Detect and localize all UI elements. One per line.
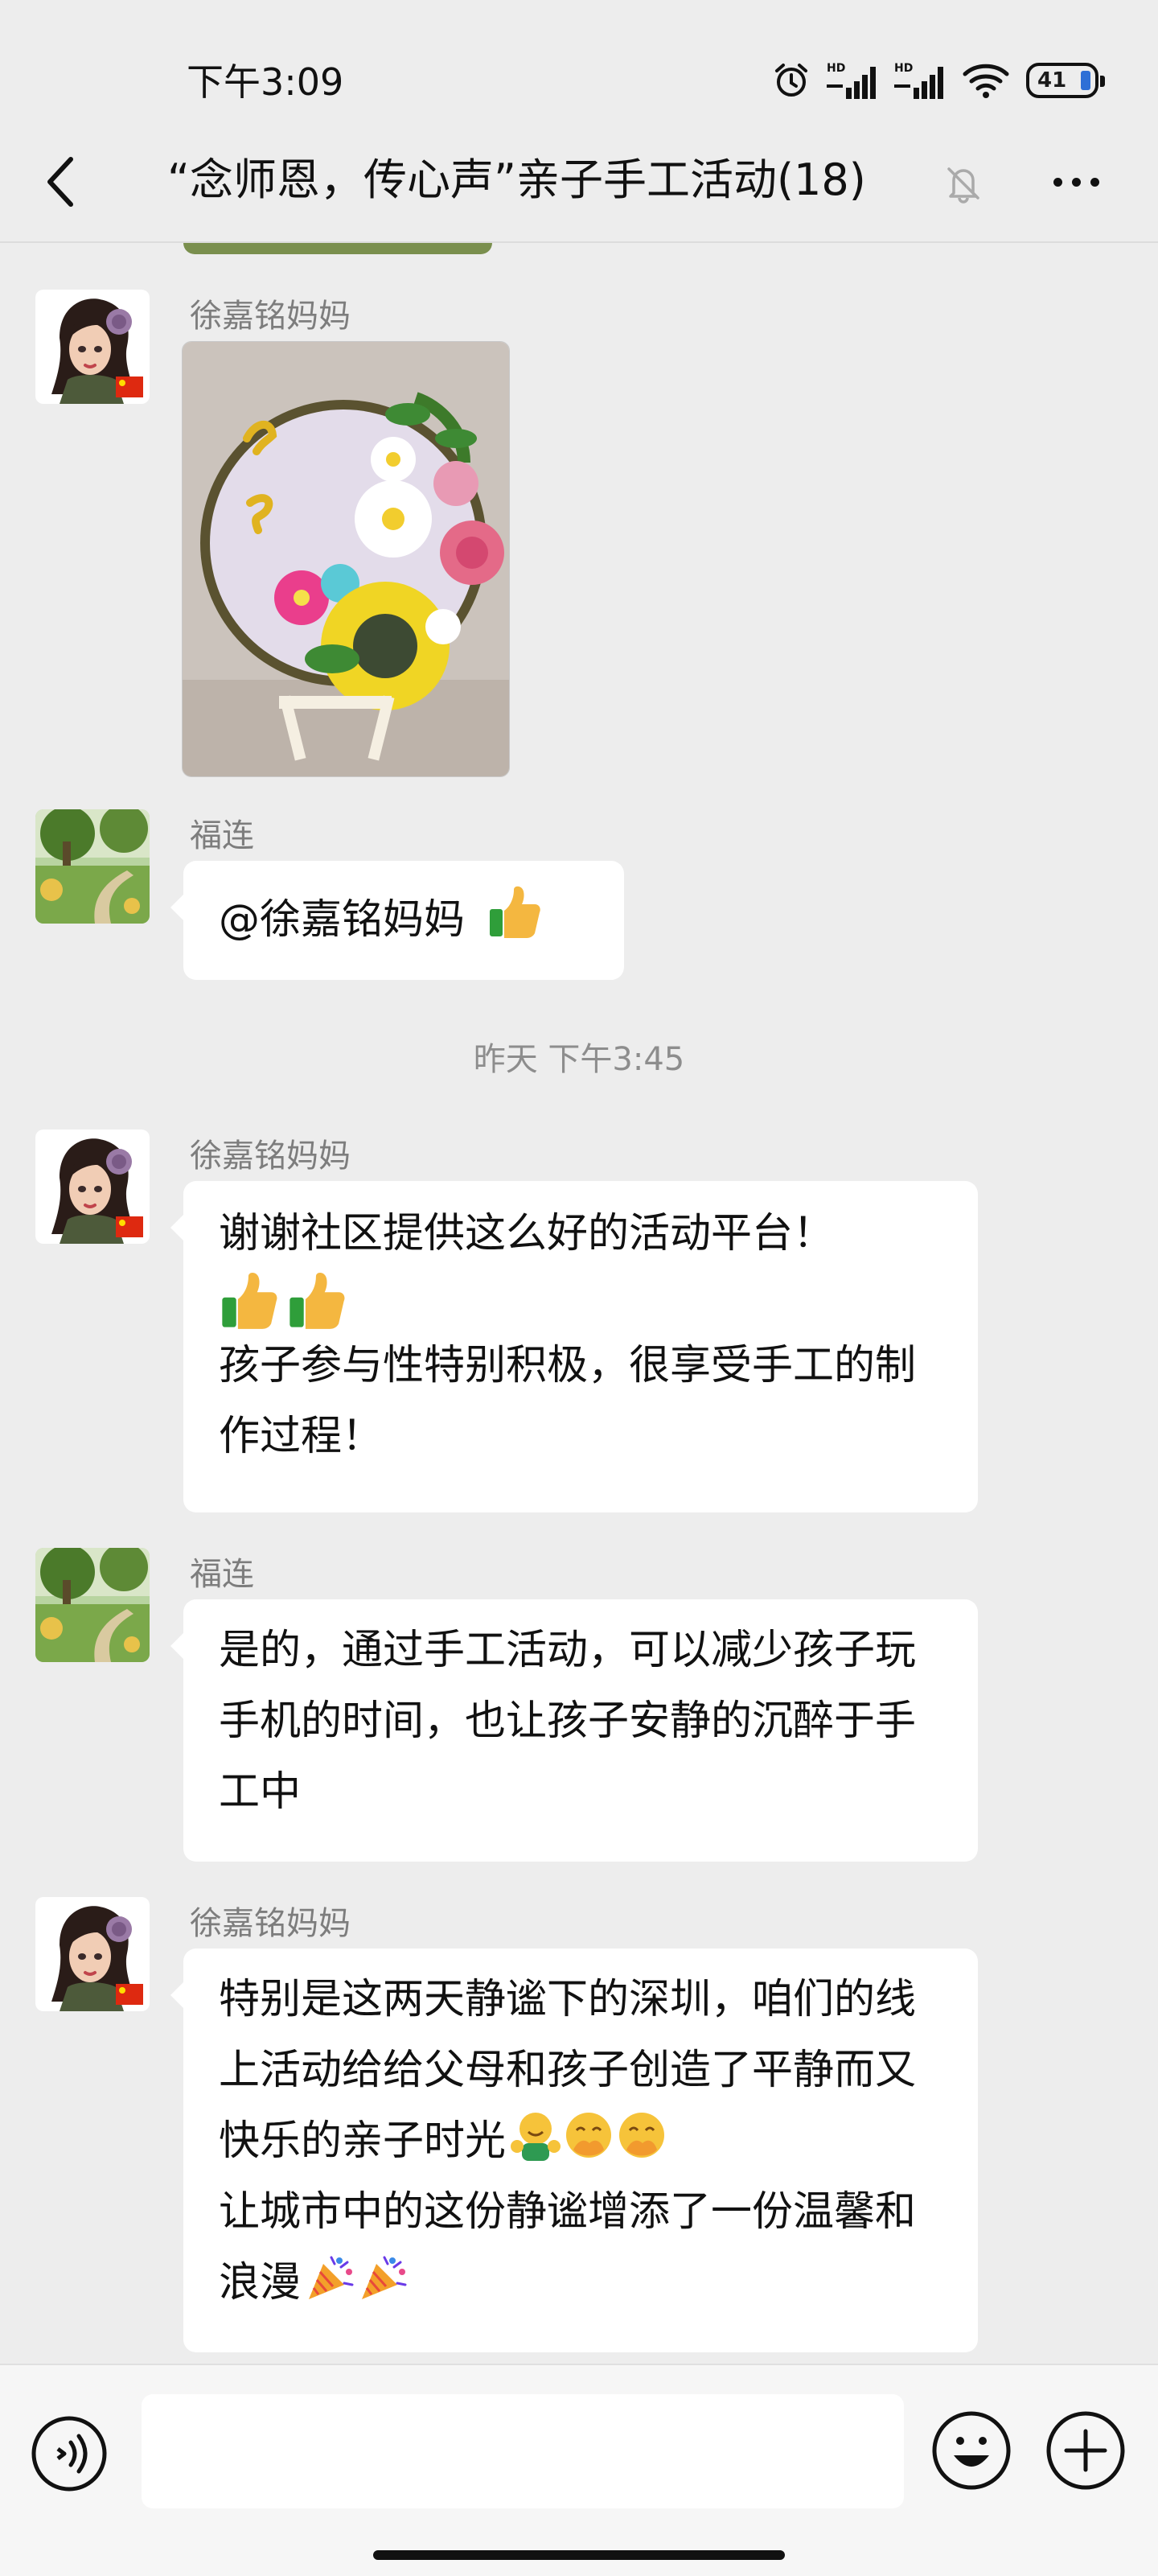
mute-bell-icon — [947, 167, 979, 204]
battery-level: 41 — [1037, 68, 1067, 93]
battery-fill — [1081, 71, 1090, 90]
alarm-icon — [775, 64, 807, 97]
voice-button[interactable] — [29, 2413, 109, 2494]
message-text-line1: 谢谢社区提供这么好的活动平台！ — [219, 1210, 835, 1257]
time-divider: 昨天 下午3:45 — [473, 1041, 685, 1078]
sender-name: 徐嘉铭妈妈 — [190, 1138, 351, 1175]
message-bubble[interactable]: @徐嘉铭妈妈 — [170, 861, 624, 980]
emoji-row — [219, 1269, 946, 1331]
woman-doll-avatar-icon — [35, 1897, 150, 2011]
chat-title: “念师恩，传心声”亲子手工活动(18) — [167, 154, 866, 205]
avatar-fulian[interactable] — [35, 1548, 150, 1662]
input-bar — [0, 2364, 1158, 2576]
sender-name: 福连 — [190, 1556, 254, 1593]
voice-icon — [31, 2416, 107, 2492]
message-text: @徐嘉铭妈妈 — [219, 896, 466, 944]
message-text-line2: 孩子参与性特别积极，很享受手工的制作过程！ — [219, 1342, 917, 1460]
party-popper-icon — [362, 2256, 407, 2299]
sender-name: 福连 — [190, 817, 254, 854]
message-text-part2: 让城市中的这份静谧增添了一份温馨和浪漫 — [219, 2177, 946, 2319]
message-bubble[interactable]: 谢谢社区提供这么好的活动平台！ 孩子参与性特别积极，很享受手工的制作过程！ — [170, 1181, 978, 1512]
signal-hd-icon-2: HD — [894, 62, 943, 99]
battery-indicator: 41 — [1026, 63, 1105, 98]
face-with-hand-over-mouth-icon — [619, 2113, 665, 2158]
emoji-button[interactable] — [930, 2409, 1013, 2492]
status-icons: HD HD 41 — [772, 56, 1105, 105]
status-time: 下午3:09 — [187, 60, 344, 104]
message-image-embroidery-hoop[interactable] — [182, 341, 510, 777]
more-icon — [1053, 177, 1062, 187]
back-arrow-icon — [47, 157, 73, 207]
back-button[interactable] — [29, 150, 93, 214]
battery-tip — [1100, 76, 1105, 87]
previous-message-edge — [183, 243, 492, 254]
sender-name: 徐嘉铭妈妈 — [190, 1905, 351, 1942]
avatar-fulian[interactable] — [35, 809, 150, 924]
avatar-xujiaming-mom[interactable] — [35, 1130, 150, 1244]
thumbs-up-icon — [222, 1273, 277, 1329]
message-bubble[interactable]: 是的，通过手工活动，可以减少孩子玩手机的时间，也让孩子安静的沉醉于手工中 — [170, 1599, 978, 1862]
message-bubble[interactable]: 特别是这两天静谧下的深圳，咱们的线上活动给给父母和孩子创造了平静而又快乐的亲子时… — [170, 1948, 978, 2352]
wifi-icon — [963, 64, 1009, 98]
party-popper-icon — [309, 2256, 354, 2299]
sender-name: 徐嘉铭妈妈 — [190, 298, 351, 335]
signal-hd-icon: HD — [827, 62, 876, 99]
svg-text:HD: HD — [827, 62, 845, 75]
hugging-face-icon — [511, 2113, 561, 2161]
plus-button[interactable] — [1044, 2409, 1127, 2492]
emoji-icon — [932, 2411, 1011, 2490]
message-text-part1: 特别是这两天静谧下的深圳，咱们的线上活动给给父母和孩子创造了平静而又快乐的亲子时… — [219, 1965, 946, 2177]
garden-path-avatar-icon — [35, 1548, 150, 1662]
more-icon-dot — [1090, 177, 1099, 187]
garden-path-avatar-icon — [35, 809, 150, 924]
more-icon-dot — [1071, 177, 1081, 187]
woman-doll-avatar-icon — [35, 290, 150, 404]
thumbs-up-icon — [490, 886, 540, 938]
face-with-hand-over-mouth-icon — [566, 2113, 612, 2158]
avatar-xujiaming-mom[interactable] — [35, 290, 150, 404]
plus-icon — [1046, 2411, 1125, 2490]
woman-doll-avatar-icon — [35, 1130, 150, 1244]
chat-header: “念师恩，传心声”亲子手工活动(18) — [0, 121, 1158, 243]
svg-text:HD: HD — [894, 62, 913, 75]
message-text: 是的，通过手工活动，可以减少孩子玩手机的时间，也让孩子安静的沉醉于手工中 — [219, 1627, 917, 1816]
thumbs-up-icon — [290, 1273, 345, 1329]
avatar-xujiaming-mom[interactable] — [35, 1897, 150, 2011]
message-input[interactable] — [142, 2394, 904, 2508]
more-button[interactable] — [1042, 153, 1110, 211]
home-indicator[interactable] — [373, 2550, 785, 2560]
embroidery-photo — [183, 342, 509, 776]
